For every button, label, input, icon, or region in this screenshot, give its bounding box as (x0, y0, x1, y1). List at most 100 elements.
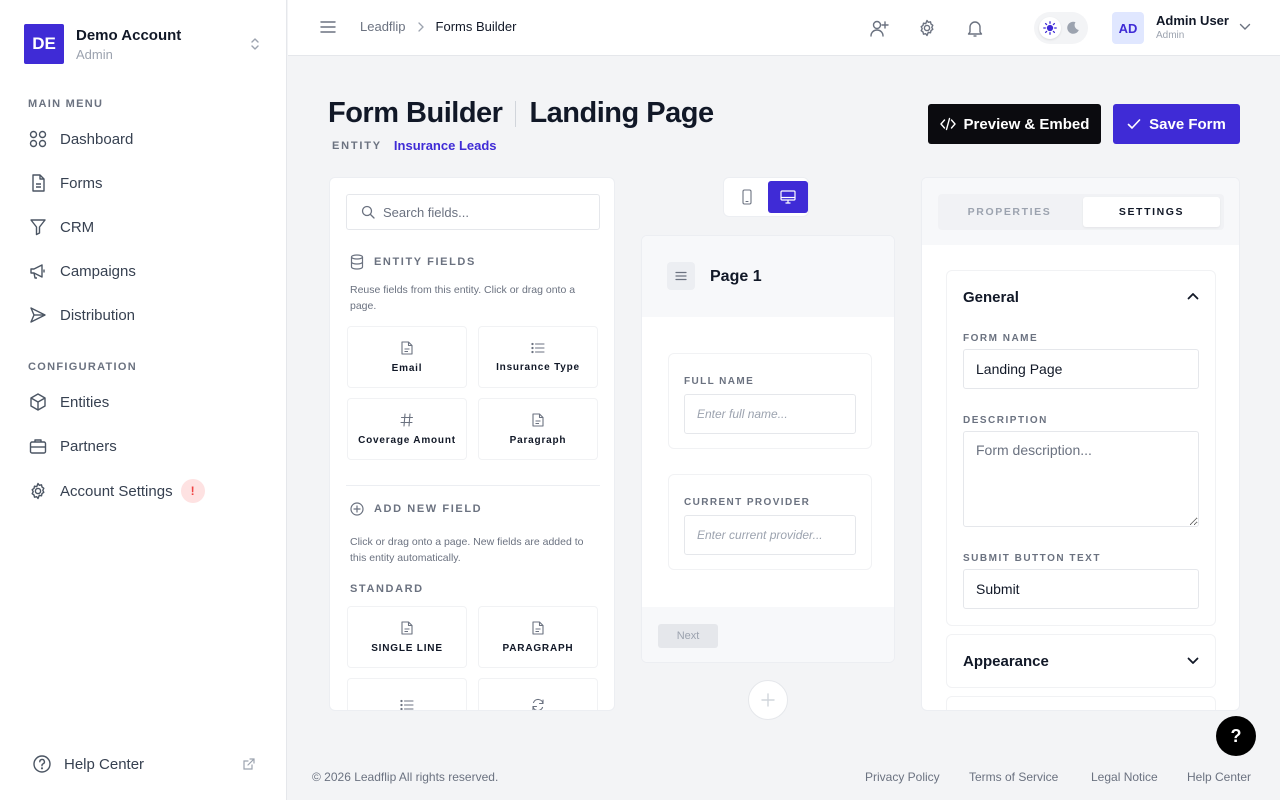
privacy-policy-link[interactable]: Privacy Policy (865, 770, 940, 784)
sidebar-item-forms[interactable]: Forms (28, 167, 260, 199)
field-input-wrapper (684, 394, 856, 434)
megaphone-icon (28, 261, 48, 281)
sidebar: DE Demo Account Admin MAIN MENU Dashboar… (0, 0, 287, 800)
mobile-view-button[interactable] (727, 181, 767, 213)
field-tile-label: Coverage Amount (358, 434, 456, 446)
external-link-icon (242, 757, 256, 771)
next-button[interactable]: Next (658, 624, 718, 648)
gear-icon[interactable] (917, 18, 937, 38)
check-icon (1127, 118, 1149, 130)
device-toggle (723, 177, 809, 217)
sidebar-item-distribution[interactable]: Distribution (28, 299, 260, 331)
main-menu-heading: MAIN MENU (28, 98, 104, 110)
general-title[interactable]: General (963, 289, 1019, 306)
field-tile-list[interactable] (347, 678, 467, 710)
save-form-button[interactable]: Save Form (1113, 104, 1240, 144)
tab-settings[interactable]: SETTINGS (1083, 197, 1220, 227)
chevron-down-icon[interactable] (1239, 23, 1251, 31)
user-avatar[interactable]: AD (1112, 12, 1144, 44)
document-icon (401, 620, 413, 635)
chevron-up-icon[interactable] (1187, 292, 1199, 300)
preview-embed-button[interactable]: Preview & Embed (928, 104, 1101, 144)
gear-icon (28, 481, 48, 501)
field-input-wrapper (684, 515, 856, 555)
send-icon (28, 305, 48, 325)
sidebar-item-crm[interactable]: CRM (28, 211, 260, 243)
field-tile-paragraph[interactable]: Paragraph (478, 398, 598, 460)
form-page-card: Page 1 FULL NAME CURRENT PROVIDER Next (641, 235, 895, 663)
standard-heading: STANDARD (350, 583, 424, 595)
moon-icon[interactable] (1062, 17, 1084, 39)
field-tile-label: PARAGRAPH (502, 642, 574, 654)
field-tile-email[interactable]: Email (347, 326, 467, 388)
terms-of-service-link[interactable]: Terms of Service (969, 770, 1058, 784)
user-role: Admin (1156, 30, 1185, 41)
submit-button-text-input[interactable] (963, 569, 1199, 609)
description-textarea[interactable] (963, 431, 1199, 527)
appearance-section[interactable]: Appearance (946, 634, 1216, 688)
search-icon (361, 205, 375, 219)
breadcrumb-item-leadflip[interactable]: Leadflip (360, 19, 406, 34)
help-center-footer-link[interactable]: Help Center (1187, 770, 1251, 784)
section-divider (346, 485, 600, 486)
form-field-full-name[interactable]: FULL NAME (668, 353, 872, 449)
page-name: Page 1 (710, 268, 762, 285)
sidebar-item-campaigns[interactable]: Campaigns (28, 255, 260, 287)
sidebar-item-label: Forms (60, 174, 103, 192)
standard-title: STANDARD (350, 583, 424, 595)
list-icon (400, 699, 414, 710)
field-tile-coverage-amount[interactable]: Coverage Amount (347, 398, 467, 460)
field-tile-label: Paragraph (509, 434, 567, 446)
search-field[interactable] (346, 194, 600, 230)
current-provider-input[interactable] (697, 528, 847, 542)
form-name-label: FORM NAME (963, 333, 1039, 344)
full-name-input[interactable] (697, 407, 847, 421)
sidebar-item-dashboard[interactable]: Dashboard (28, 123, 260, 155)
collapsed-section[interactable] (946, 696, 1216, 710)
add-user-icon[interactable] (869, 18, 889, 38)
sidebar-item-label: Partners (60, 437, 117, 455)
page-footer: Next (642, 607, 894, 662)
breadcrumb-item-forms-builder: Forms Builder (435, 19, 517, 34)
entity-link[interactable]: Insurance Leads (394, 138, 497, 153)
legal-notice-link[interactable]: Legal Notice (1091, 770, 1158, 784)
tab-properties[interactable]: PROPERTIES (941, 197, 1078, 227)
desktop-view-button[interactable] (768, 181, 808, 213)
help-center-link[interactable]: Help Center (32, 752, 256, 776)
account-switcher[interactable]: DE Demo Account Admin (24, 24, 262, 64)
theme-toggle[interactable] (1034, 12, 1088, 44)
code-icon (939, 117, 964, 131)
entity-row: ENTITY Insurance Leads (332, 138, 497, 153)
appearance-title: Appearance (963, 653, 1049, 670)
sidebar-item-label: Distribution (60, 306, 136, 324)
general-section: General FORM NAME DESCRIPTION SUBMIT BUT… (946, 270, 1216, 626)
add-page-button[interactable] (748, 680, 788, 720)
sun-icon[interactable] (1038, 17, 1061, 39)
bell-icon[interactable] (965, 18, 985, 38)
entity-fields-heading: ENTITY FIELDS (350, 254, 476, 270)
desktop-icon (780, 190, 796, 204)
sidebar-item-label: CRM (60, 218, 95, 236)
page-title: Form Builder Landing Page (328, 97, 714, 130)
form-name-input[interactable] (963, 349, 1199, 389)
field-tile-refresh[interactable] (478, 678, 598, 710)
save-form-label: Save Form (1149, 115, 1226, 133)
menu-icon[interactable] (319, 19, 337, 35)
question-circle-icon (32, 754, 52, 774)
sidebar-item-account-settings[interactable]: Account Settings ! (28, 475, 260, 507)
chevron-down-icon[interactable] (1187, 657, 1199, 665)
grid-icon (28, 129, 48, 149)
field-tile-single-line[interactable]: SINGLE LINE (347, 606, 467, 668)
field-tile-insurance-type[interactable]: Insurance Type (478, 326, 598, 388)
plus-icon (760, 692, 776, 708)
drag-handle-icon[interactable] (667, 262, 695, 290)
form-field-current-provider[interactable]: CURRENT PROVIDER (668, 474, 872, 570)
sidebar-item-entities[interactable]: Entities (28, 386, 260, 418)
sidebar-item-partners[interactable]: Partners (28, 430, 260, 462)
cube-icon (28, 392, 48, 412)
help-button[interactable]: ? (1216, 716, 1256, 756)
account-name: Demo Account (76, 26, 182, 44)
document-icon (532, 620, 544, 635)
field-tile-paragraph-new[interactable]: PARAGRAPH (478, 606, 598, 668)
search-input[interactable] (383, 204, 583, 220)
